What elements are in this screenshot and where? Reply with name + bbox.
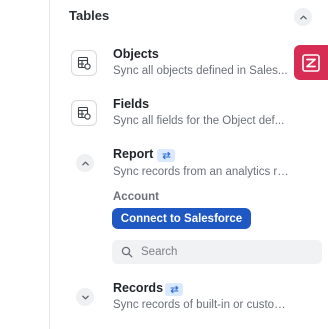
objects-description: Sync all objects defined in Sales...	[113, 65, 288, 77]
sync-arrows-icon	[161, 151, 171, 160]
zapier-z-icon	[302, 53, 320, 72]
chevron-down-icon	[81, 295, 89, 299]
section-title: Tables	[69, 8, 110, 23]
report-collapse-button[interactable]	[76, 154, 94, 172]
records-description: Sync records of built-in or custom...	[113, 299, 290, 311]
chevron-up-icon	[299, 15, 307, 19]
search-input[interactable]	[141, 246, 311, 258]
report-description: Sync records from an analytics re...	[113, 166, 290, 178]
sync-arrows-icon	[169, 285, 179, 294]
report-title[interactable]: Report	[113, 147, 153, 161]
objects-title[interactable]: Objects	[113, 47, 159, 61]
search-icon	[121, 246, 133, 258]
chevron-up-icon	[81, 161, 89, 165]
search-box[interactable]	[112, 240, 322, 264]
fields-title[interactable]: Fields	[113, 97, 149, 111]
table-sync-icon	[77, 106, 91, 120]
side-app-launcher[interactable]	[294, 45, 328, 80]
records-title[interactable]: Records	[113, 281, 163, 295]
report-sync-badge	[157, 149, 175, 162]
table-sync-icon	[77, 56, 91, 70]
fields-table-icon	[71, 100, 97, 126]
records-expand-button[interactable]	[76, 288, 94, 306]
records-sync-badge	[165, 283, 183, 296]
objects-table-icon	[71, 50, 97, 76]
fields-description: Sync all fields for the Object def...	[113, 115, 285, 127]
account-label: Account	[113, 191, 159, 203]
left-divider	[49, 0, 50, 329]
collapse-section-button[interactable]	[294, 8, 312, 26]
connect-to-salesforce-button[interactable]: Connect to Salesforce	[112, 208, 251, 229]
